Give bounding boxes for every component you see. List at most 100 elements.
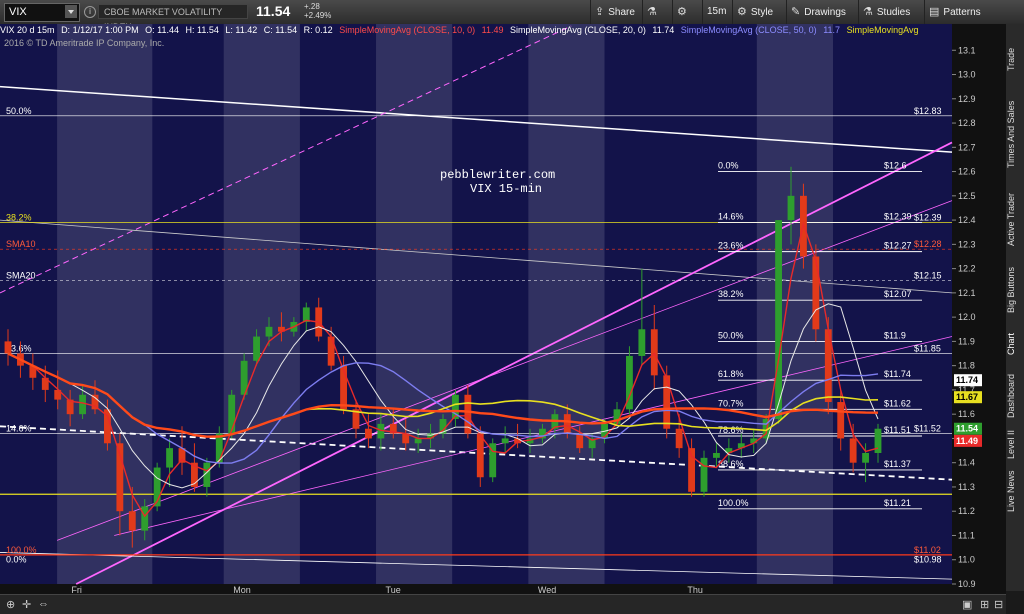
tab-chart[interactable]: Chart [1006, 324, 1024, 364]
tab-trade[interactable]: Trade [1006, 34, 1024, 84]
fib-level-value: $11.21 [884, 498, 911, 508]
y-tick-label: 11.4 [958, 458, 975, 468]
y-tick-label: 12.8 [958, 118, 976, 128]
fib-level-pct: 23.6% [718, 241, 744, 251]
candle-body [265, 326, 273, 337]
y-tick-label: 11.8 [958, 361, 975, 371]
drawings-icon: ✎ [791, 6, 801, 18]
y-tick-label: 11.3 [958, 482, 975, 492]
y-tick-label: 12.9 [958, 94, 976, 104]
y-tick-label: 13.0 [958, 70, 976, 80]
annotation-line1: pebblewriter.com [440, 168, 556, 182]
annotation-line2: VIX 15-min [470, 182, 543, 196]
fit-icon[interactable]: ▣ [962, 598, 972, 611]
tab-active-trader[interactable]: Active Trader [1006, 184, 1024, 254]
x-tick-label: Fri [71, 585, 82, 594]
candle-body [713, 452, 720, 458]
legend-sma50: SimpleMovingAvg (CLOSE, 50, 0) [680, 25, 817, 35]
symbol-selector[interactable]: VIX [4, 3, 80, 22]
pan-icon[interactable]: ⇔ [38, 598, 49, 610]
study-legend: VIX 20 d 15m D: 1/12/17 1:00 PM O: 11.44… [0, 24, 1000, 36]
level-label-right: $10.98 [914, 555, 942, 565]
level-label-left: 14.6% [6, 424, 32, 434]
price-badge-text: 11.49 [956, 436, 978, 446]
tab-live-news[interactable]: Live News [1006, 464, 1024, 519]
legend-sma50-value: 11.7 [823, 25, 841, 35]
candle-body [501, 438, 509, 444]
legend-sma-more: SimpleMovingAvg [846, 25, 919, 35]
crosshair-icon[interactable]: ✛ [22, 598, 31, 611]
tab-big-buttons[interactable]: Big Buttons [1006, 260, 1024, 320]
price-badge-text: 11.54 [956, 424, 978, 434]
candle-body [650, 329, 658, 376]
session-band [223, 24, 300, 584]
fib-level-pct: 50.0% [718, 330, 744, 340]
level-label-right: $12.39 [914, 213, 942, 223]
last-price: 11.54 [256, 3, 291, 19]
legend-open: O: 11.44 [145, 25, 179, 35]
price-chart[interactable]: 10.911.011.111.211.311.411.511.611.711.8… [0, 24, 1006, 594]
zoom-in-icon[interactable]: ⊞ [980, 598, 989, 611]
candle-body [700, 457, 708, 492]
change-value: +.28 [304, 2, 320, 11]
info-icon[interactable]: i [84, 6, 96, 18]
fib-level-pct: 70.7% [718, 398, 744, 408]
legend-sma10-value: 11.49 [481, 25, 504, 35]
tab-level-ii[interactable]: Level II [1006, 424, 1024, 464]
y-tick-label: 11.0 [958, 555, 975, 565]
candle-body [862, 452, 869, 463]
right-tab-panel: Trade Times And Sales Active Trader Big … [1006, 24, 1024, 591]
session-band [57, 24, 153, 584]
legend-close: C: 11.54 [263, 25, 298, 35]
symbol-description: CBOE MARKET VOLATILITY INDEX [98, 4, 248, 32]
flask-button[interactable]: ⚗ [642, 0, 672, 24]
candle-body [79, 394, 86, 415]
fib-level-value: $12.07 [884, 289, 912, 299]
fib-level-pct: 61.8% [718, 369, 744, 379]
drawings-button[interactable]: ✎ Drawings [786, 0, 858, 24]
y-tick-label: 12.2 [958, 264, 976, 274]
session-band [528, 24, 605, 584]
settings-button[interactable]: ⚙ [672, 0, 702, 24]
price-badge-text: 11.67 [956, 392, 978, 402]
y-tick-label: 12.0 [958, 312, 976, 322]
legend-date: D: 1/12/17 1:00 PM [61, 25, 139, 35]
candle-body [253, 336, 260, 361]
x-tick-label: Mon [233, 585, 251, 594]
fib-level-value: $11.51 [884, 425, 911, 435]
y-tick-label: 12.5 [958, 191, 976, 201]
level-label-right: $11.85 [914, 344, 941, 354]
style-button[interactable]: ⚙ Style [732, 0, 786, 24]
y-tick-label: 12.3 [958, 239, 976, 249]
y-tick-label: 10.9 [958, 579, 976, 589]
share-button[interactable]: ⇪ Share [590, 0, 642, 24]
fib-level-pct: 14.6% [718, 212, 744, 222]
patterns-button[interactable]: ▤ Patterns [924, 0, 994, 24]
candle-body [675, 428, 683, 449]
fib-level-value: $11.9 [884, 330, 906, 340]
chevron-down-icon[interactable] [65, 5, 77, 18]
zoom-out-icon[interactable]: ⊟ [994, 598, 1003, 611]
fib-level-value: $12.6 [884, 161, 907, 171]
candle-body [4, 341, 12, 354]
timeframe-button[interactable]: 15m [702, 0, 732, 24]
studies-button[interactable]: ⚗ Studies [858, 0, 924, 24]
zoom-icon[interactable]: ⊕ [6, 598, 15, 611]
tab-times-and-sales[interactable]: Times And Sales [1006, 94, 1024, 174]
legend-range: R: 0.12 [303, 25, 333, 35]
level-label-left: 0.0% [6, 555, 27, 565]
y-tick-label: 11.1 [958, 530, 975, 540]
level-label-left: SMA10 [6, 239, 36, 249]
change-percent: +2.49% [304, 11, 332, 20]
fib-level-pct: 100.0% [718, 498, 749, 508]
price-badge-text: 11.74 [956, 375, 978, 385]
candle-body [849, 438, 857, 463]
y-tick-label: 13.1 [958, 45, 976, 55]
level-label-left: 50.0% [6, 106, 32, 116]
y-tick-label: 11.6 [958, 409, 975, 419]
legend-low: L: 11.42 [225, 25, 258, 35]
tab-dashboard[interactable]: Dashboard [1006, 366, 1024, 426]
y-tick-label: 12.7 [958, 142, 976, 152]
price-change: +.28 +2.49% [304, 2, 331, 20]
fib-level-value: $11.62 [884, 398, 911, 408]
